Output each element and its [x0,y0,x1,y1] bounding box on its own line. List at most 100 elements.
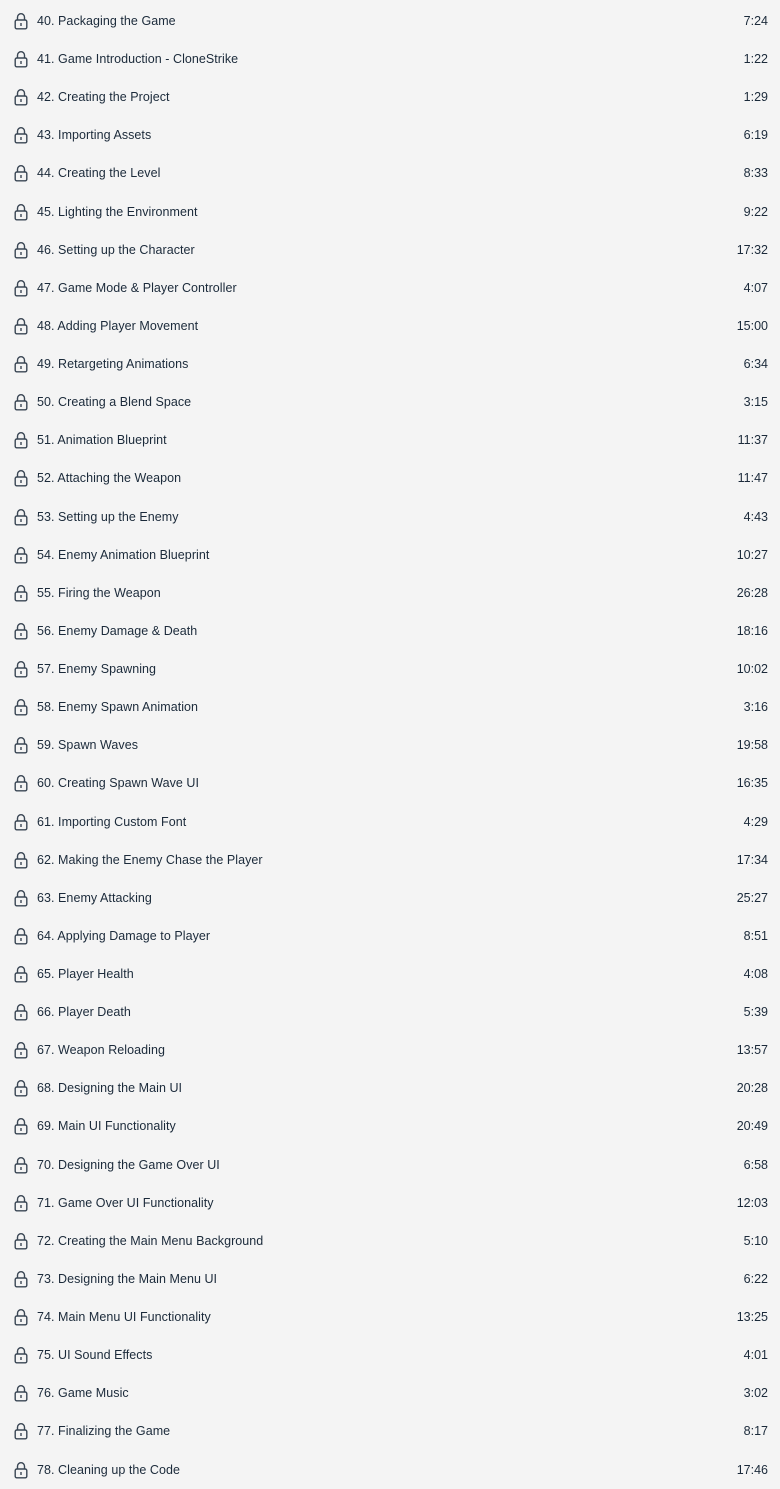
lesson-item-60[interactable]: 60. Creating Spawn Wave UI 16:35 [0,764,780,802]
lesson-item-68[interactable]: 68. Designing the Main UI 20:28 [0,1069,780,1107]
lesson-title: 56. Enemy Damage & Death [37,623,198,638]
lock-icon [14,1232,28,1250]
lesson-duration: 8:17 [743,1424,768,1439]
lesson-item-46[interactable]: 46. Setting up the Character 17:32 [0,231,780,269]
lesson-item-48[interactable]: 48. Adding Player Movement 15:00 [0,307,780,345]
lock-icon [14,1041,28,1059]
lesson-title: 68. Designing the Main UI [37,1081,183,1096]
lesson-duration: 8:33 [743,166,768,181]
lesson-title: 67. Weapon Reloading [37,1043,165,1058]
lesson-item-41[interactable]: 41. Game Introduction - CloneStrike 1:22 [0,40,780,78]
lesson-item-72[interactable]: 72. Creating the Main Menu Background 5:… [0,1222,780,1260]
lesson-duration: 17:34 [736,852,768,867]
lock-icon [14,813,28,831]
lock-icon [14,1156,28,1174]
lesson-item-58[interactable]: 58. Enemy Spawn Animation 3:16 [0,688,780,726]
lesson-item-63[interactable]: 63. Enemy Attacking 25:27 [0,879,780,917]
lock-icon [14,431,28,449]
lesson-item-77[interactable]: 77. Finalizing the Game 8:17 [0,1412,780,1450]
lesson-title: 65. Player Health [37,967,134,981]
lesson-item-70[interactable]: 70. Designing the Game Over UI 6:58 [0,1146,780,1184]
lock-icon [14,698,28,716]
lesson-duration: 13:57 [736,1043,768,1058]
lesson-item-47[interactable]: 47. Game Mode & Player Controller 4:07 [0,269,780,307]
lesson-title: 52. Attaching the Weapon [37,471,182,486]
lesson-duration: 5:10 [743,1233,768,1248]
lock-icon [14,1308,28,1326]
lesson-duration: 1:29 [743,90,768,105]
lesson-duration: 19:58 [736,738,768,753]
lesson-title: 47. Game Mode & Player Controller [37,280,237,295]
lock-icon [14,660,28,678]
lesson-title: 41. Game Introduction - CloneStrike [37,52,239,67]
lock-icon [14,393,28,411]
lesson-item-75[interactable]: 75. UI Sound Effects 4:01 [0,1336,780,1374]
lesson-title: 70. Designing the Game Over UI [37,1157,220,1172]
lesson-item-71[interactable]: 71. Game Over UI Functionality 12:03 [0,1184,780,1222]
lesson-duration: 26:28 [736,585,768,600]
lesson-duration: 15:00 [736,318,768,333]
lesson-title: 78. Cleaning up the Code [37,1462,180,1477]
lesson-item-52[interactable]: 52. Attaching the Weapon 11:47 [0,459,780,497]
lesson-item-59[interactable]: 59. Spawn Waves 19:58 [0,726,780,764]
lesson-title: 43. Importing Assets [37,128,152,143]
lesson-item-43[interactable]: 43. Importing Assets 6:19 [0,116,780,154]
lesson-item-61[interactable]: 61. Importing Custom Font 4:29 [0,803,780,841]
lesson-item-51[interactable]: 51. Animation Blueprint 11:37 [0,421,780,459]
lesson-title: 62. Making the Enemy Chase the Player [37,852,263,867]
lesson-item-57[interactable]: 57. Enemy Spawning 10:02 [0,650,780,688]
lesson-item-40[interactable]: 40. Packaging the Game 7:24 [0,2,780,40]
lock-icon [14,126,28,144]
lesson-title: 64. Applying Damage to Player [37,928,211,943]
lesson-duration: 16:35 [736,776,768,791]
lesson-title: 42. Creating the Project [37,90,170,105]
lesson-item-42[interactable]: 42. Creating the Project 1:29 [0,78,780,116]
lesson-item-67[interactable]: 67. Weapon Reloading 13:57 [0,1031,780,1069]
lesson-item-49[interactable]: 49. Retargeting Animations 6:34 [0,345,780,383]
lesson-duration: 6:22 [743,1271,768,1286]
lesson-item-64[interactable]: 64. Applying Damage to Player 8:51 [0,917,780,955]
lock-icon [14,50,28,68]
lesson-title: 46. Setting up the Character [37,242,195,257]
lesson-title: 59. Spawn Waves [37,738,139,753]
lock-icon [14,279,28,297]
lesson-item-74[interactable]: 74. Main Menu UI Functionality 13:25 [0,1298,780,1336]
lesson-duration: 6:58 [743,1157,768,1172]
lesson-title: 60. Creating Spawn Wave UI [37,776,200,791]
lesson-duration: 3:02 [743,1386,768,1401]
lesson-item-56[interactable]: 56. Enemy Damage & Death 18:16 [0,612,780,650]
lesson-duration: 12:03 [736,1195,768,1210]
lock-icon [14,546,28,564]
lesson-item-44[interactable]: 44. Creating the Level 8:33 [0,154,780,192]
lesson-item-50[interactable]: 50. Creating a Blend Space 3:15 [0,383,780,421]
lesson-item-55[interactable]: 55. Firing the Weapon 26:28 [0,574,780,612]
lesson-item-54[interactable]: 54. Enemy Animation Blueprint 10:27 [0,536,780,574]
lesson-item-45[interactable]: 45. Lighting the Environment 9:22 [0,193,780,231]
lesson-title: 76. Game Music [37,1386,129,1401]
lock-icon [14,1346,28,1364]
lock-icon [14,584,28,602]
lesson-title: 40. Packaging the Game [37,14,176,28]
lesson-item-65[interactable]: 65. Player Health 4:08 [0,955,780,993]
lesson-title: 55. Firing the Weapon [37,585,161,600]
lesson-item-73[interactable]: 73. Designing the Main Menu UI 6:22 [0,1260,780,1298]
lesson-title: 61. Importing Custom Font [37,814,187,829]
lesson-title: 71. Game Over UI Functionality [37,1195,214,1210]
lock-icon [14,469,28,487]
lock-icon [14,774,28,792]
lesson-duration: 5:39 [743,1005,768,1020]
lesson-item-76[interactable]: 76. Game Music 3:02 [0,1374,780,1412]
lock-icon [14,1194,28,1212]
lesson-item-66[interactable]: 66. Player Death 5:39 [0,993,780,1031]
lesson-title: 44. Creating the Level [37,166,161,181]
lesson-duration: 7:24 [743,14,768,28]
lesson-item-53[interactable]: 53. Setting up the Enemy 4:43 [0,498,780,536]
lesson-duration: 6:19 [743,128,768,143]
lock-icon [14,88,28,106]
lesson-title: 69. Main UI Functionality [37,1119,176,1134]
lock-icon [14,1079,28,1097]
lesson-item-62[interactable]: 62. Making the Enemy Chase the Player 17… [0,841,780,879]
lesson-item-69[interactable]: 69. Main UI Functionality 20:49 [0,1107,780,1145]
lock-icon [14,355,28,373]
lesson-item-78[interactable]: 78. Cleaning up the Code 17:46 [0,1451,780,1489]
